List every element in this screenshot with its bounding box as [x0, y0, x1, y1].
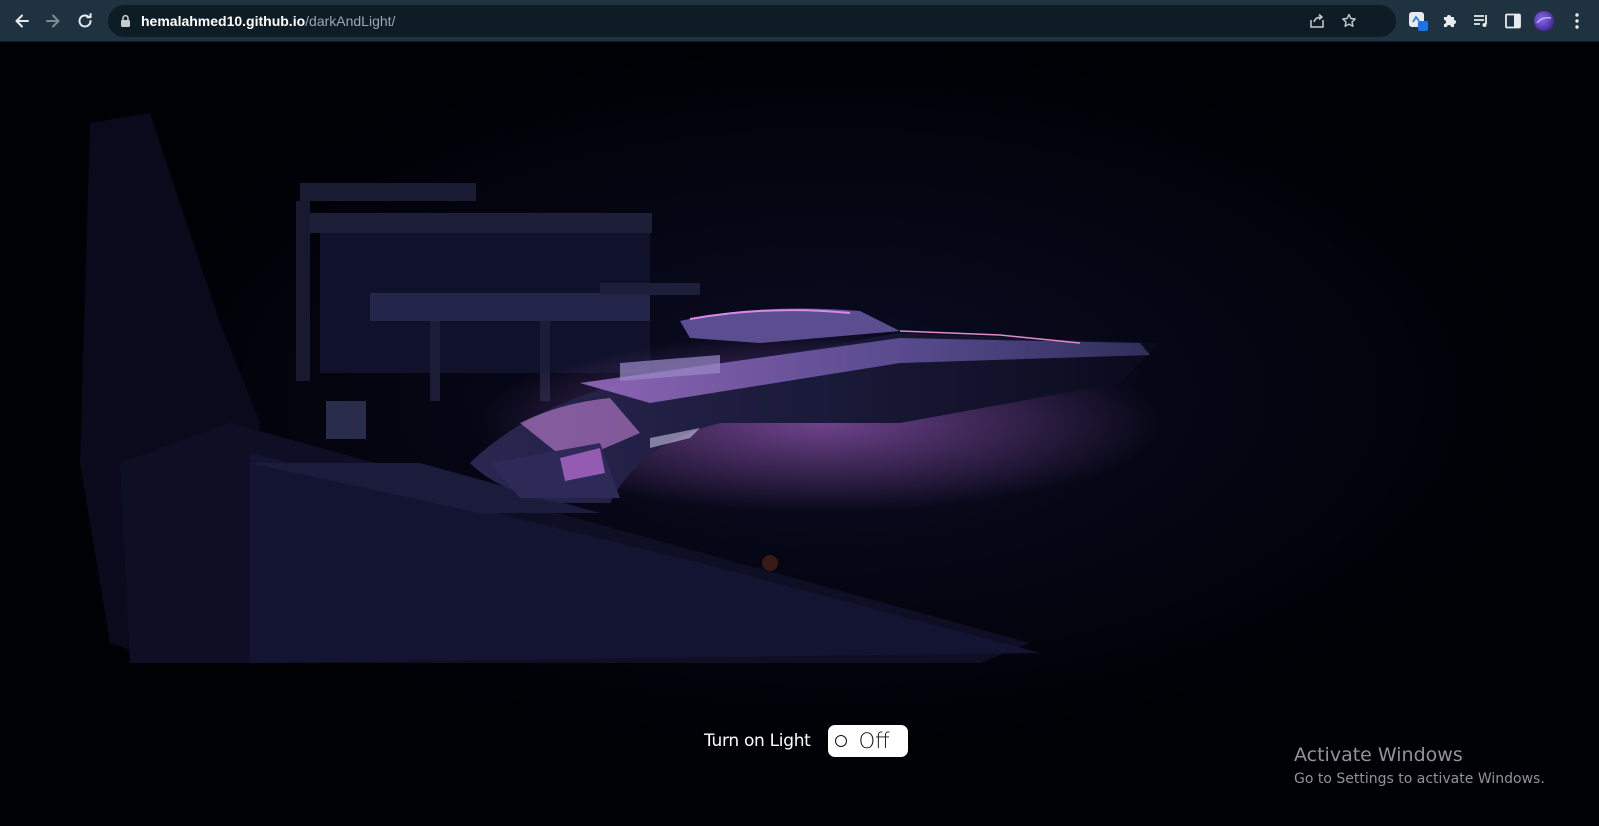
side-panel-icon — [1505, 13, 1521, 29]
light-control: Turn on Light Off — [704, 725, 908, 757]
toggle-state-text: Off — [858, 729, 890, 753]
back-button[interactable] — [9, 8, 35, 34]
reload-button[interactable] — [72, 8, 98, 34]
kebab-menu-icon — [1575, 13, 1579, 29]
light-toggle-button[interactable]: Off — [827, 725, 908, 757]
bookmark-button[interactable] — [1339, 11, 1359, 31]
page-body: Turn on Light Off Activate Windows Go to… — [0, 43, 1599, 826]
browser-menu-button[interactable] — [1566, 10, 1588, 32]
back-arrow-icon — [15, 14, 29, 28]
profile-button[interactable] — [1533, 10, 1555, 32]
share-button[interactable] — [1307, 11, 1327, 31]
url-text: hemalahmed10.github.io/darkAndLight/ — [141, 13, 395, 29]
reading-list-icon — [1474, 15, 1487, 27]
extensions-button[interactable] — [1439, 10, 1461, 32]
lock-icon — [121, 14, 130, 27]
forward-arrow-icon — [46, 14, 60, 28]
url-path: /darkAndLight/ — [305, 13, 396, 29]
extension-app-icon — [1409, 12, 1428, 31]
browser-toolbar: hemalahmed10.github.io/darkAndLight/ — [0, 0, 1599, 42]
url-host: hemalahmed10.github.io — [141, 13, 306, 29]
toggle-circle-icon — [834, 735, 847, 747]
extension-app-button[interactable] — [1407, 10, 1429, 32]
reading-list-button[interactable] — [1470, 10, 1492, 32]
forward-button[interactable] — [40, 8, 66, 34]
turn-on-light-label: Turn on Light — [704, 731, 811, 751]
address-bar[interactable]: hemalahmed10.github.io/darkAndLight/ — [108, 5, 1396, 37]
puzzle-icon — [1444, 15, 1456, 27]
profile-avatar — [1534, 11, 1554, 31]
reload-icon — [78, 13, 92, 28]
bookmark-star-icon — [1342, 13, 1356, 27]
share-icon — [1310, 13, 1324, 28]
dark-yacht-scene-image — [0, 43, 1599, 826]
side-panel-button[interactable] — [1502, 10, 1524, 32]
